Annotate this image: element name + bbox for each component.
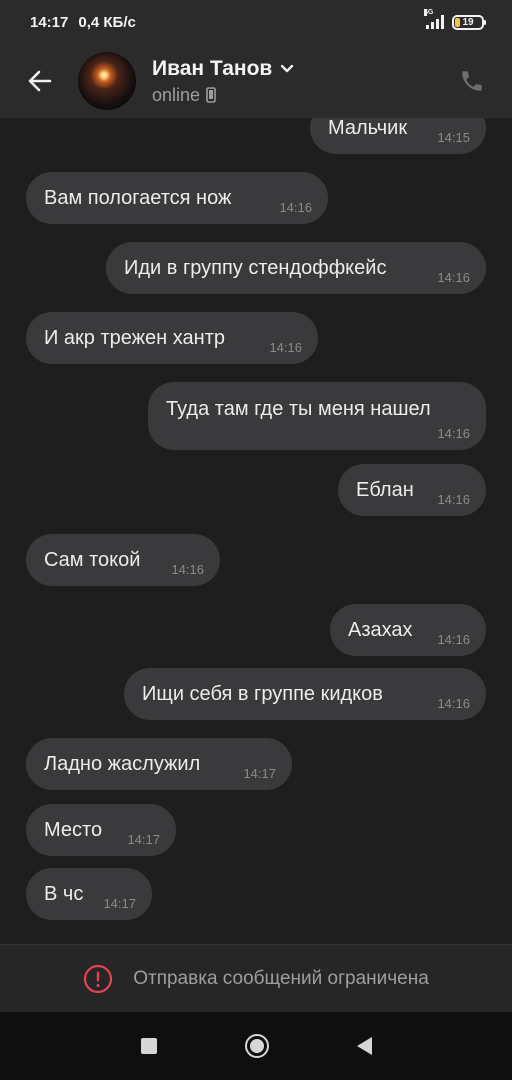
message-bubble[interactable]: Еблан 14:16 (338, 464, 486, 516)
alert-circle-icon (84, 964, 113, 993)
message-bubble[interactable]: Место 14:17 (26, 804, 176, 856)
message-bubble[interactable]: И акр трежен хантр 14:16 (26, 312, 318, 364)
message-time: 14:16 (437, 492, 470, 507)
navigation-bar (0, 1012, 512, 1080)
recents-button[interactable] (140, 1038, 157, 1054)
message-text: В чс (44, 882, 84, 905)
message-time: 14:16 (279, 200, 312, 215)
message-time: 14:15 (437, 130, 470, 145)
battery-icon: 19 (452, 14, 486, 30)
network-type: 4G (424, 9, 434, 16)
chevron-down-icon (281, 64, 294, 72)
message-time: 14:16 (269, 340, 302, 355)
message-time: 14:17 (127, 832, 160, 847)
mobile-device-icon (206, 87, 216, 103)
message-time: 14:16 (437, 696, 470, 711)
message-text: Еблан (356, 478, 414, 501)
status-net-speed: 0,4 КБ/с (78, 13, 136, 31)
message-text: Иди в группу стендоффкейс (124, 256, 387, 279)
contact-name: Иван Танов (152, 56, 273, 80)
message-text: Сам токой (44, 548, 141, 571)
message-time: 14:16 (437, 270, 470, 285)
chat-screen: 14:17 0,4 КБ/с 4G 19 Иван Танов online М… (0, 0, 512, 1080)
back-arrow-icon (28, 70, 52, 92)
message-bubble[interactable]: Вам пологается нож 14:16 (26, 172, 328, 224)
status-bar: 14:17 0,4 КБ/с 4G 19 (0, 0, 512, 44)
message-text: Ищи себя в группе кидков (142, 682, 383, 705)
message-text: Туда там где ты меня нашел (166, 398, 431, 420)
restriction-text: Отправка сообщений ограничена (133, 967, 429, 989)
message-bubble[interactable]: Иди в группу стендоффкейс 14:16 (106, 242, 486, 294)
back-button[interactable] (20, 61, 60, 101)
message-bubble[interactable]: Азахах 14:16 (330, 604, 486, 656)
message-text: Вам пологается нож (44, 186, 232, 209)
signal-icon: 4G (424, 9, 444, 29)
message-time: 14:16 (437, 426, 470, 441)
message-bubble[interactable]: Ищи себя в группе кидков 14:16 (124, 668, 486, 720)
message-time: 14:17 (243, 766, 276, 781)
message-bubble[interactable]: Ладно жаслужил 14:17 (26, 738, 292, 790)
contact-status: online (152, 84, 201, 105)
status-icons: 4G 19 (424, 9, 486, 30)
message-bubble[interactable]: В чс 14:17 (26, 868, 152, 920)
message-text: Ладно жаслужил (44, 752, 201, 775)
message-time: 14:16 (437, 632, 470, 647)
message-time: 14:17 (103, 896, 136, 911)
message-bubble[interactable]: Мальчик 14:15 (310, 118, 486, 154)
message-text: Место (44, 818, 103, 841)
chat-header: Иван Танов online (0, 44, 512, 118)
message-text: Азахах (348, 618, 413, 641)
message-list[interactable]: Мальчик 14:15 Вам пологается нож 14:16 И… (0, 118, 512, 944)
message-text: И акр трежен хантр (44, 326, 225, 349)
message-text: Мальчик (328, 118, 408, 139)
message-time: 14:16 (171, 562, 204, 577)
battery-percent: 19 (462, 16, 474, 28)
phone-icon (462, 71, 482, 91)
avatar[interactable] (78, 52, 136, 110)
message-bubble[interactable]: Сам токой 14:16 (26, 534, 220, 586)
sending-restricted-bar: Отправка сообщений ограничена (0, 944, 512, 1012)
home-button[interactable] (244, 1034, 269, 1058)
system-back-button[interactable] (356, 1037, 372, 1055)
message-bubble[interactable]: Туда там где ты меня нашел 14:16 (148, 382, 486, 450)
contact-info[interactable]: Иван Танов online (152, 57, 294, 106)
status-time: 14:17 (30, 13, 69, 31)
call-button[interactable] (452, 61, 492, 101)
